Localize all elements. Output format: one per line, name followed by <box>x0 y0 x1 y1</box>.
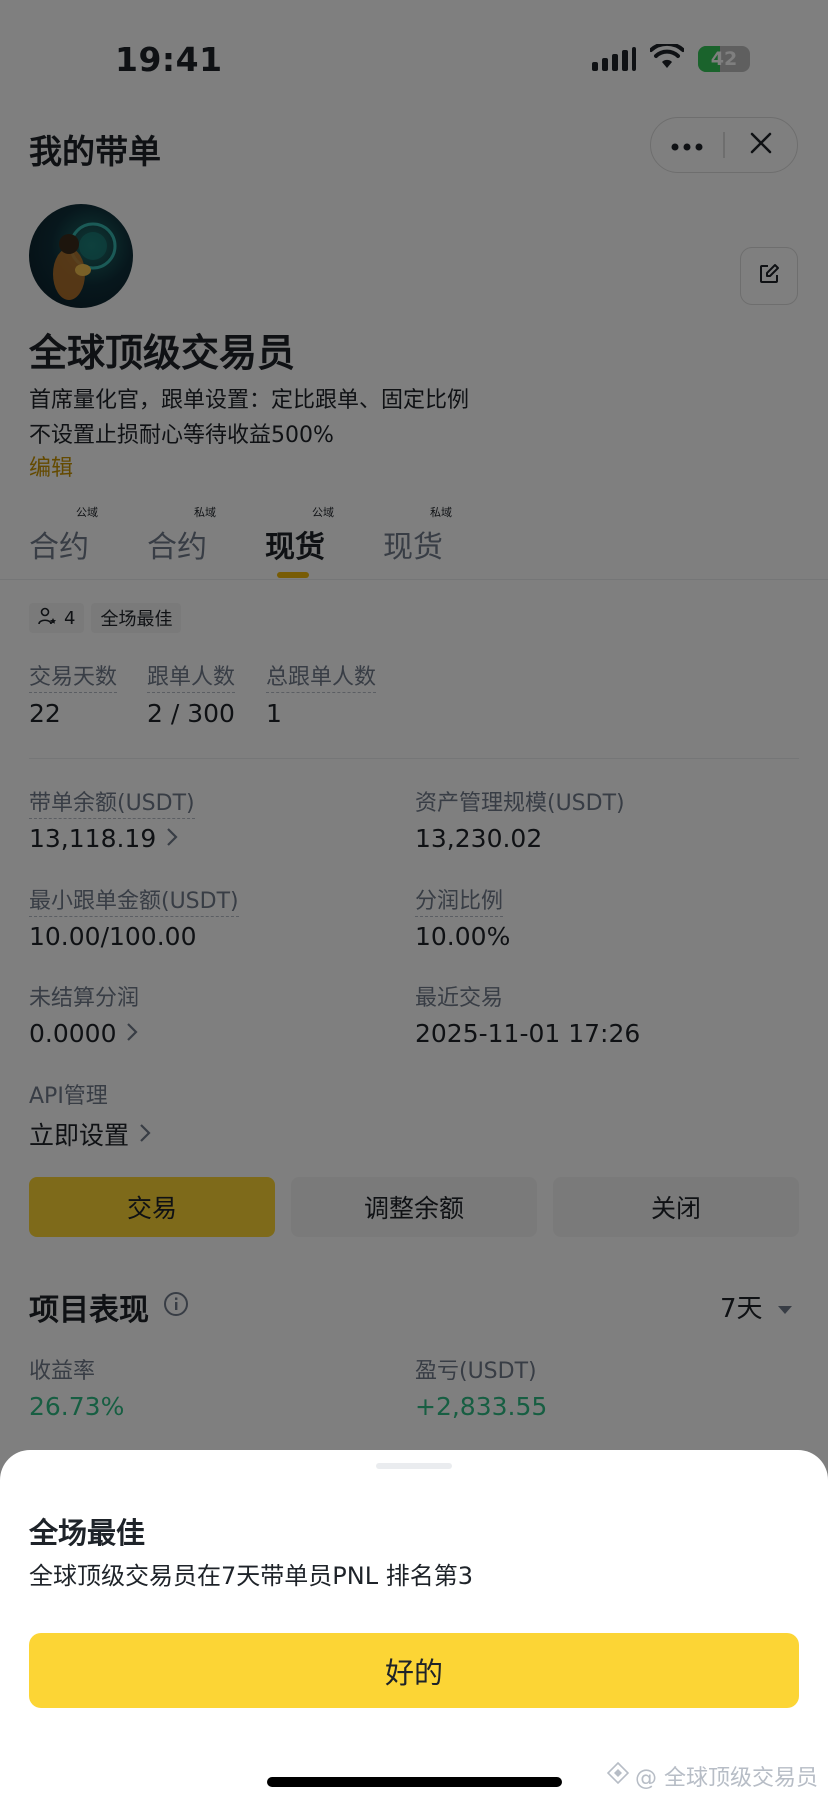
watermark-text: @ 全球顶级交易员 <box>635 1766 818 1791</box>
ok-button[interactable]: 好的 <box>29 1633 799 1708</box>
watermark-logo-icon <box>606 1761 630 1790</box>
sheet-message: 全球顶级交易员在7天带单员PNL 排名第3 <box>29 1562 473 1590</box>
watermark: @ 全球顶级交易员 <box>606 1760 818 1792</box>
bottom-sheet: 全场最佳 全球顶级交易员在7天带单员PNL 排名第3 好的 @ 全球顶级交易员 <box>0 1450 828 1800</box>
sheet-title: 全场最佳 <box>29 1516 146 1550</box>
sheet-grabber[interactable] <box>376 1463 452 1469</box>
home-indicator[interactable] <box>267 1777 562 1787</box>
